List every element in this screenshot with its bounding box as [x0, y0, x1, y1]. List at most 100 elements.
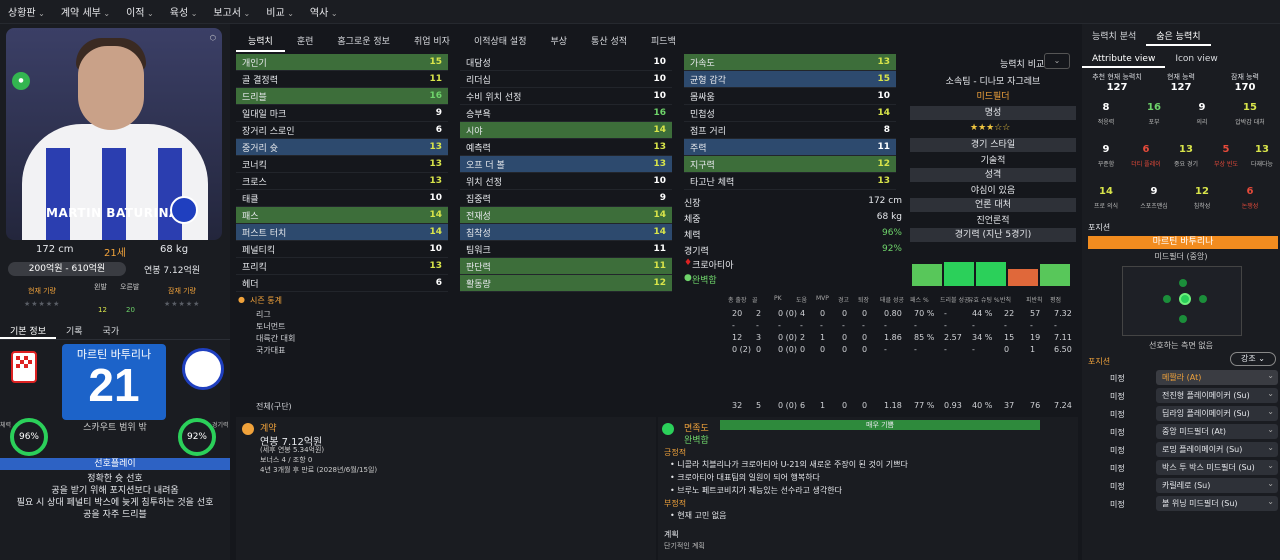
main-tab[interactable]: 부상: [538, 32, 579, 52]
hidden-attribute-name: 부상 빈도: [1214, 161, 1238, 168]
season-cell: -: [1004, 321, 1007, 330]
attribute-name: 일대일 마크: [242, 109, 287, 120]
nav-item[interactable]: 비교: [266, 4, 294, 19]
season-cell: 70 %: [914, 309, 935, 318]
role-line: 미드필더: [976, 92, 1010, 102]
nav-item[interactable]: 보고서: [213, 4, 250, 19]
attribute-row: 예측력 13: [460, 139, 672, 156]
attribute-row: 패스 14: [236, 207, 448, 224]
role-dropdown[interactable]: 중앙 미드필더 (At): [1156, 422, 1278, 439]
main-tab[interactable]: 훈련: [285, 32, 326, 52]
role-rating: 미정: [1110, 410, 1125, 419]
season-col-header: 패스 %: [910, 297, 929, 304]
left-tab[interactable]: 기록: [56, 324, 93, 339]
role-dropdown[interactable]: 메짤라 (At): [1156, 368, 1278, 385]
contract-icon: [242, 423, 254, 435]
role-row: 미정 딥라잉 플레이메이커 (Su): [1088, 404, 1278, 422]
playstyle-line: 공을 자주 드리블: [83, 510, 147, 520]
season-cell: -: [944, 309, 947, 318]
attribute-row: 몸싸움 10: [684, 88, 896, 105]
tab-attribute-analysis[interactable]: 능력치 분석: [1082, 28, 1146, 46]
nav-item[interactable]: 육성: [170, 4, 198, 19]
ability-item: 추천 현재 능력치 127: [1086, 72, 1148, 93]
role-rating: 미정: [1110, 428, 1125, 437]
role-dropdown[interactable]: 카릴레로 (Su): [1156, 476, 1278, 493]
tab-icon-view[interactable]: Icon view: [1165, 50, 1227, 68]
main-tab[interactable]: 취업 비자: [402, 32, 462, 52]
attribute-row: 균형 감각 15: [684, 71, 896, 88]
attribute-row: 코너킥 13: [236, 156, 448, 173]
compare-label: 능력치 비교: [1000, 60, 1045, 70]
condition-ring: 96%: [10, 418, 48, 456]
personality-label: 성격: [910, 168, 1076, 182]
left-tab[interactable]: 기본 정보: [0, 324, 56, 339]
season-title[interactable]: 시즌 통계: [250, 295, 282, 306]
role-dropdown[interactable]: 딥라잉 플레이메이커 (Su): [1156, 404, 1278, 421]
attribute-name: 팀워크: [466, 245, 491, 256]
nav-item[interactable]: 이적: [126, 4, 154, 19]
attribute-row: 오프 더 볼 13: [460, 156, 672, 173]
attribute-row: 개인기 15: [236, 54, 448, 71]
nav-item[interactable]: 계약 세부: [61, 4, 110, 19]
attribute-value: 12: [653, 278, 666, 288]
main-tab[interactable]: 피드백: [639, 32, 688, 52]
main-tab[interactable]: 이적상태 설정: [462, 32, 539, 52]
scout-range: 스카우트 범위 밖: [83, 423, 147, 433]
positive-item: • 크로아티아 대표팀의 일원이 되어 행복하다: [670, 473, 820, 482]
right-panel: 능력치 분석 숨은 능력치 Attribute view Icon view 추…: [1082, 24, 1280, 560]
attribute-value: 16: [653, 108, 666, 118]
role-dropdown[interactable]: 볼 위닝 미드필더 (Su): [1156, 494, 1278, 511]
hidden-attribute: 8 적응력: [1086, 102, 1126, 126]
season-row: 국가대표 0 (2) 0 0 (0) 0 0 0 0- - - -0 1 6.50: [236, 345, 1076, 357]
main-tab[interactable]: 통산 성적: [579, 32, 639, 52]
season-cell: 20: [732, 309, 743, 318]
season-cell: 2.57: [944, 333, 962, 342]
season-cell: -: [862, 321, 865, 330]
potential-ability-label: 잠재 기량: [168, 287, 196, 295]
attribute-row: 민첩성 14: [684, 105, 896, 122]
sort-dropdown[interactable]: 강조 ⌄: [1230, 352, 1276, 366]
tab-hidden-attributes[interactable]: 숨은 능력치: [1146, 28, 1211, 46]
tab-attribute-view[interactable]: Attribute view: [1082, 50, 1166, 68]
season-cell: -: [944, 321, 947, 330]
season-row-label: 대륙간 대회: [256, 334, 296, 343]
attribute-value: 14: [429, 227, 442, 237]
nav-item[interactable]: 상황판: [8, 4, 45, 19]
role-dropdown[interactable]: 로밍 플레이메이커 (Su): [1156, 440, 1278, 457]
role-dropdown[interactable]: 전진형 플레이메이커 (Su): [1156, 386, 1278, 403]
attribute-row: 드리블 16: [236, 88, 448, 105]
hidden-attribute-name: 다재다능: [1250, 161, 1274, 168]
season-col-header: MVP: [816, 295, 829, 302]
season-col-header: 퇴장: [858, 297, 870, 304]
compare-dropdown[interactable]: ⌄: [1044, 53, 1070, 69]
season-cell: 2: [800, 333, 806, 342]
left-tab[interactable]: 국가: [93, 324, 130, 339]
bio-value: 92%: [881, 244, 902, 254]
ability-item: 잠재 능력 170: [1214, 72, 1276, 93]
attribute-row: 가속도 13: [684, 54, 896, 71]
attribute-value: 8: [883, 125, 890, 135]
attribute-value: 13: [429, 142, 442, 152]
bio-nation-text: 크로아티아: [692, 261, 734, 271]
season-col-header: 도움: [796, 297, 808, 304]
attribute-row: 판단력 11: [460, 258, 672, 275]
role-row: 미정 카릴레로 (Su): [1088, 476, 1278, 494]
main-tab[interactable]: 홈그로운 정보: [325, 32, 402, 52]
season-cell: 57: [1030, 309, 1041, 318]
hidden-attribute: 12 침착성: [1182, 186, 1222, 210]
attribute-name: 예측력: [466, 143, 491, 154]
hidden-attribute-name: 압박감 대처: [1235, 119, 1265, 126]
physical-attributes: 가속도 13 균형 감각 15 몸싸움 10 민첩성 14 점프 거리 8 주력 11 지구력 12 타고난…: [684, 54, 896, 190]
attribute-value: 12: [877, 159, 890, 169]
nav-item[interactable]: 역사: [310, 4, 338, 19]
attribute-name: 중거리 슛: [242, 143, 278, 154]
season-cell: 2: [756, 309, 762, 318]
main-tab[interactable]: 능력치: [236, 32, 285, 52]
sharpness-label: 경기력: [212, 422, 229, 429]
role-dropdown[interactable]: 박스 투 박스 미드필더 (Su): [1156, 458, 1278, 475]
season-cell: 7.24: [1054, 401, 1072, 410]
attribute-name: 퍼스트 터치: [242, 228, 287, 239]
season-cell: 0: [820, 309, 826, 318]
attribute-value: 11: [653, 261, 666, 271]
season-cell: -: [732, 321, 735, 330]
